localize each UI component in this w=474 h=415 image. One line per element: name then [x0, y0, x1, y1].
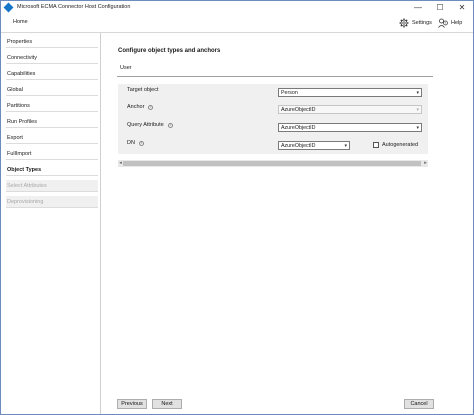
scroll-thumb[interactable]: [123, 161, 421, 166]
previous-button[interactable]: Previous: [117, 399, 147, 409]
title-bar: Microsoft ECMA Connector Host Configurat…: [1, 1, 473, 13]
sidebar-item-object-types[interactable]: Object Types: [6, 164, 98, 176]
chevron-down-icon: ▾: [416, 125, 419, 131]
settings-label: Settings: [412, 20, 432, 26]
app-window: Microsoft ECMA Connector Host Configurat…: [0, 0, 474, 415]
scroll-right-icon[interactable]: ▸: [423, 160, 428, 167]
target-object-select[interactable]: Person ▾: [278, 88, 422, 97]
sidebar-item-properties[interactable]: Properties: [6, 36, 98, 48]
dn-label-text: DN: [127, 140, 135, 146]
info-icon[interactable]: i: [138, 140, 144, 146]
anchor-label: Anchor i: [127, 104, 154, 110]
page-title: Configure object types and anchors: [118, 48, 221, 54]
help-label: Help: [451, 20, 463, 26]
chevron-down-icon: ▾: [416, 90, 419, 96]
window-title: Microsoft ECMA Connector Host Configurat…: [17, 4, 131, 10]
sidebar-item-select-attributes: Select Attributes: [6, 180, 98, 192]
dn-label: DN i: [127, 140, 144, 146]
sidebar-item-capabilities[interactable]: Capabilities: [6, 68, 98, 80]
sidebar-item-deprovisioning: Deprovisioning: [6, 196, 98, 208]
help-person-icon: ?: [438, 18, 448, 28]
tab-user[interactable]: User: [120, 65, 132, 71]
minimize-button[interactable]: —: [407, 1, 429, 13]
tab-underline: [117, 76, 433, 77]
anchor-value: AzureObjectID: [281, 106, 316, 113]
sidebar-item-connectivity[interactable]: Connectivity: [6, 52, 98, 64]
chevron-down-icon: ▾: [344, 143, 347, 149]
anchor-label-text: Anchor: [127, 104, 145, 110]
dn-value: AzureObjectID: [281, 142, 316, 149]
anchor-select: AzureObjectID ▾: [278, 105, 422, 114]
target-object-label-text: Target object: [127, 87, 159, 93]
query-attribute-label: Query Attribute i: [127, 122, 173, 128]
next-button[interactable]: Next: [152, 399, 182, 409]
sidebar-item-partitions[interactable]: Partitions: [6, 100, 98, 112]
sidebar: Properties Connectivity Capabilities Glo…: [2, 33, 101, 414]
query-attribute-select[interactable]: AzureObjectID ▾: [278, 123, 422, 132]
cancel-button[interactable]: Cancel: [404, 399, 434, 409]
autogenerated-label: Autogenerated: [382, 142, 419, 148]
info-icon[interactable]: i: [167, 122, 173, 128]
chevron-down-icon: ▾: [416, 107, 419, 113]
top-nav-bar: Home Settings ? Help: [1, 15, 473, 32]
autogenerated-checkbox[interactable]: [373, 142, 379, 148]
window-controls: — ☐ ✕: [407, 1, 473, 13]
info-icon[interactable]: i: [148, 104, 154, 110]
dn-select[interactable]: AzureObjectID ▾: [278, 141, 350, 150]
target-object-label: Target object: [127, 87, 159, 93]
sidebar-item-fullimport[interactable]: FullImport: [6, 148, 98, 160]
help-button[interactable]: ? Help: [438, 17, 462, 29]
settings-button[interactable]: Settings: [399, 17, 432, 29]
gear-icon: [399, 18, 409, 28]
sidebar-item-export[interactable]: Export: [6, 132, 98, 144]
sidebar-item-run-profiles[interactable]: Run Profiles: [6, 116, 98, 128]
target-object-value: Person: [281, 89, 298, 96]
close-button[interactable]: ✕: [451, 1, 473, 13]
horizontal-scrollbar[interactable]: ◂ ▸: [118, 160, 428, 167]
query-attribute-label-text: Query Attribute: [127, 122, 164, 128]
query-attribute-value: AzureObjectID: [281, 124, 316, 131]
sidebar-item-global[interactable]: Global: [6, 84, 98, 96]
maximize-button[interactable]: ☐: [429, 1, 451, 13]
app-logo-icon: [3, 2, 14, 12]
home-button[interactable]: Home: [13, 19, 28, 25]
autogenerated-option[interactable]: Autogenerated: [373, 142, 418, 148]
